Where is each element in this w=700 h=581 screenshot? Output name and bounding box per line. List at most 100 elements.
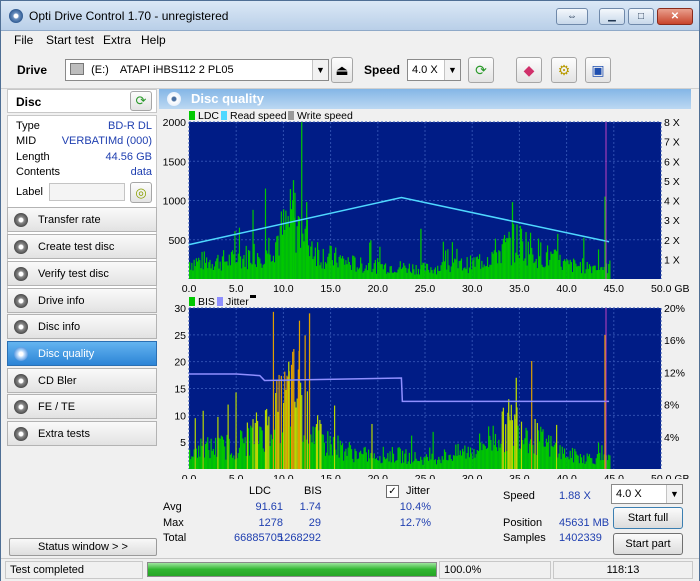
test-speed-select[interactable]: 4.0 X ▼: [611, 484, 683, 504]
nav-cd-bler[interactable]: CD Bler: [7, 368, 157, 393]
bis-bar: [458, 455, 460, 469]
start-full-button[interactable]: Start full: [613, 507, 683, 529]
bis-bar: [199, 456, 201, 469]
avg-bis: 1.74: [299, 501, 321, 513]
bis-bar: [318, 430, 320, 469]
ldc-bar: [300, 247, 302, 279]
ldc-bar: [562, 260, 565, 279]
y-tick-label: 1500: [163, 156, 187, 168]
bis-bar: [439, 459, 441, 469]
gear-icon: ⚙: [557, 62, 571, 78]
menu-file[interactable]: File: [14, 33, 33, 47]
ldc-bar: [512, 224, 515, 279]
erase-button[interactable]: ◆: [516, 57, 542, 83]
minimize-button[interactable]: ▁: [599, 8, 625, 25]
disc-icon: [14, 240, 28, 254]
ldc-bar: [337, 267, 339, 279]
nav-transfer-rate[interactable]: Transfer rate: [7, 207, 157, 232]
menu-start-test[interactable]: Start test: [46, 33, 94, 47]
bis-bar: [292, 351, 294, 469]
ldc-bar: [587, 268, 589, 279]
save-button[interactable]: ▣: [585, 57, 611, 83]
bis-bar: [346, 455, 348, 469]
ldc-bar: [235, 263, 237, 279]
ldc-bar: [275, 242, 277, 279]
jitter-checkbox[interactable]: ✓: [386, 485, 399, 498]
y-tick-label: 2000: [163, 117, 187, 129]
bis-bar: [293, 349, 295, 469]
nav-drive-info[interactable]: Drive info: [7, 288, 157, 313]
nav-verify-test-disc[interactable]: Verify test disc: [7, 261, 157, 286]
bis-bar: [289, 426, 292, 469]
ldc-bar: [426, 263, 429, 279]
ldc-bar: [467, 273, 469, 279]
ldc-bar: [345, 260, 347, 279]
y-tick-label: 1000: [163, 196, 187, 208]
start-part-button[interactable]: Start part: [613, 533, 683, 555]
bis-bar: [330, 444, 332, 469]
settings-button[interactable]: ⚙: [551, 57, 577, 83]
ldc-bar: [545, 252, 548, 279]
speed-select[interactable]: 4.0 X ▼: [407, 59, 461, 81]
ldc-bar: [525, 232, 527, 279]
nav-disc-quality[interactable]: Disc quality: [7, 341, 157, 366]
disc-length-value: 44.56 GB: [105, 151, 152, 163]
status-window-button[interactable]: Status window > >: [9, 538, 157, 556]
ldc-bar: [388, 273, 390, 279]
bis-bar: [253, 444, 255, 469]
nav-create-test-disc[interactable]: Create test disc: [7, 234, 157, 259]
bis-bar: [448, 455, 450, 469]
bis-bar: [216, 456, 218, 469]
bis-bar: [227, 404, 229, 469]
maximize-button[interactable]: □: [628, 8, 654, 25]
ldc-bar: [200, 268, 202, 279]
bis-bar: [349, 445, 352, 469]
ldc-bar: [208, 262, 210, 279]
close-button[interactable]: ✕: [657, 8, 693, 25]
spike-bar: [604, 196, 606, 279]
bis-bar: [447, 460, 449, 469]
menu-help[interactable]: Help: [141, 33, 166, 47]
bis-bar: [594, 464, 596, 469]
refresh-disc-button[interactable]: ⟳: [130, 91, 152, 111]
menu-extra[interactable]: Extra: [103, 33, 131, 47]
bis-bar: [300, 382, 302, 469]
nav-extra-tests[interactable]: Extra tests: [7, 421, 157, 446]
ldc-bar: [478, 254, 481, 279]
nav-disc-info[interactable]: Disc info: [7, 314, 157, 339]
ldc-bar: [285, 210, 287, 279]
drive-select[interactable]: (E:) ATAPI iHBS112 2 PL05 ▼: [65, 59, 329, 81]
nav-fe-te[interactable]: FE / TE: [7, 394, 157, 419]
legend-marker: [250, 295, 256, 298]
ldc-bar: [303, 241, 305, 279]
ldc-bar: [375, 273, 378, 279]
bis-bar: [512, 445, 515, 469]
eject-button[interactable]: ⏏: [331, 57, 353, 83]
bis-bar: [348, 442, 350, 469]
ldc-bar: [537, 238, 540, 279]
disc-header: Disc ⟳: [7, 89, 157, 113]
ldc-bar: [509, 237, 511, 279]
bis-bar: [449, 454, 451, 469]
restore-arrows-button[interactable]: ⇔: [556, 8, 588, 25]
bis-bar: [395, 460, 397, 469]
bis-bar: [546, 442, 549, 469]
bis-bar: [242, 438, 244, 469]
ldc-bar: [580, 273, 583, 279]
spike-bar: [298, 350, 300, 469]
bis-bar: [498, 439, 500, 469]
refresh-speed-button[interactable]: ⟳: [468, 57, 494, 83]
ldc-bar: [327, 256, 329, 279]
bis-bar: [437, 459, 439, 469]
bis-bar: [412, 462, 414, 469]
y2-tick-label: 7 X: [664, 137, 680, 149]
bis-bar: [493, 444, 495, 469]
set-label-button[interactable]: ◎: [130, 182, 152, 203]
ldc-bar: [255, 267, 258, 279]
ldc-bar: [599, 269, 601, 279]
bis-bar: [494, 433, 497, 469]
bis-bar: [434, 459, 437, 469]
bis-bar: [404, 453, 406, 469]
chevron-down-icon: ▼: [312, 60, 328, 80]
disc-label-input[interactable]: [49, 183, 125, 201]
